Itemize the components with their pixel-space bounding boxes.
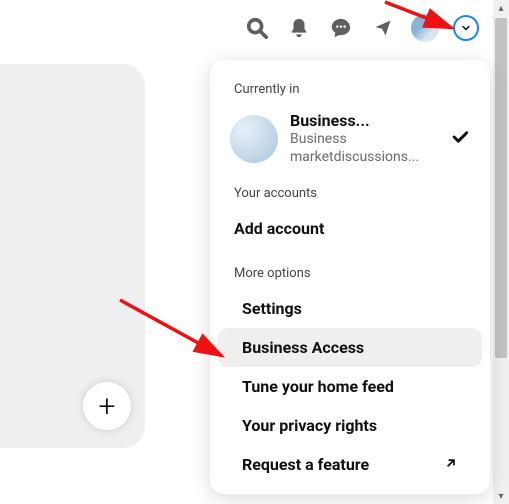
menu-settings[interactable]: Settings — [218, 289, 482, 328]
menu-item-label: Your privacy rights — [242, 416, 377, 435]
menu-request-feature[interactable]: Request a feature — [218, 445, 482, 484]
account-avatar — [230, 115, 278, 163]
account-handle: marketdiscussions... — [290, 148, 440, 166]
menu-tune-home-feed[interactable]: Tune your home feed — [218, 367, 482, 406]
scroll-down-arrow[interactable]: ▾ — [493, 488, 509, 504]
scrollbar-track: ▴ ▾ — [493, 0, 509, 504]
external-link-icon — [444, 455, 458, 474]
add-account[interactable]: Add account — [210, 209, 490, 256]
scrollbar-thumb[interactable] — [495, 18, 507, 358]
profile-avatar[interactable] — [411, 14, 439, 42]
scroll-up-arrow[interactable]: ▴ — [493, 0, 509, 16]
menu-item-label: Business Access — [242, 338, 364, 357]
section-currently-in: Currently in — [210, 76, 490, 105]
account-dropdown: Currently in Business... Business market… — [210, 60, 490, 494]
section-your-accounts: Your accounts — [210, 180, 490, 209]
menu-item-label: Settings — [242, 299, 302, 318]
content-card: + — [0, 64, 145, 448]
current-account-row[interactable]: Business... Business marketdiscussions..… — [210, 105, 490, 180]
account-type: Business — [290, 130, 440, 148]
menu-item-label: Tune your home feed — [242, 377, 394, 396]
create-button[interactable]: + — [83, 382, 131, 430]
menu-item-label: Request a feature — [242, 455, 369, 474]
menu-privacy-rights[interactable]: Your privacy rights — [218, 406, 482, 445]
notifications-icon[interactable] — [285, 14, 313, 42]
section-more-options: More options — [210, 260, 490, 289]
account-menu-toggle[interactable] — [453, 15, 479, 41]
messages-icon[interactable] — [327, 14, 355, 42]
check-icon — [450, 127, 470, 151]
menu-business-access[interactable]: Business Access — [218, 328, 482, 367]
search-icon[interactable] — [243, 14, 271, 42]
plus-icon: + — [99, 389, 116, 424]
topbar — [243, 14, 479, 42]
account-name: Business... — [290, 111, 444, 130]
account-info: Business... Business marketdiscussions..… — [290, 111, 444, 166]
updates-icon[interactable] — [369, 14, 397, 42]
